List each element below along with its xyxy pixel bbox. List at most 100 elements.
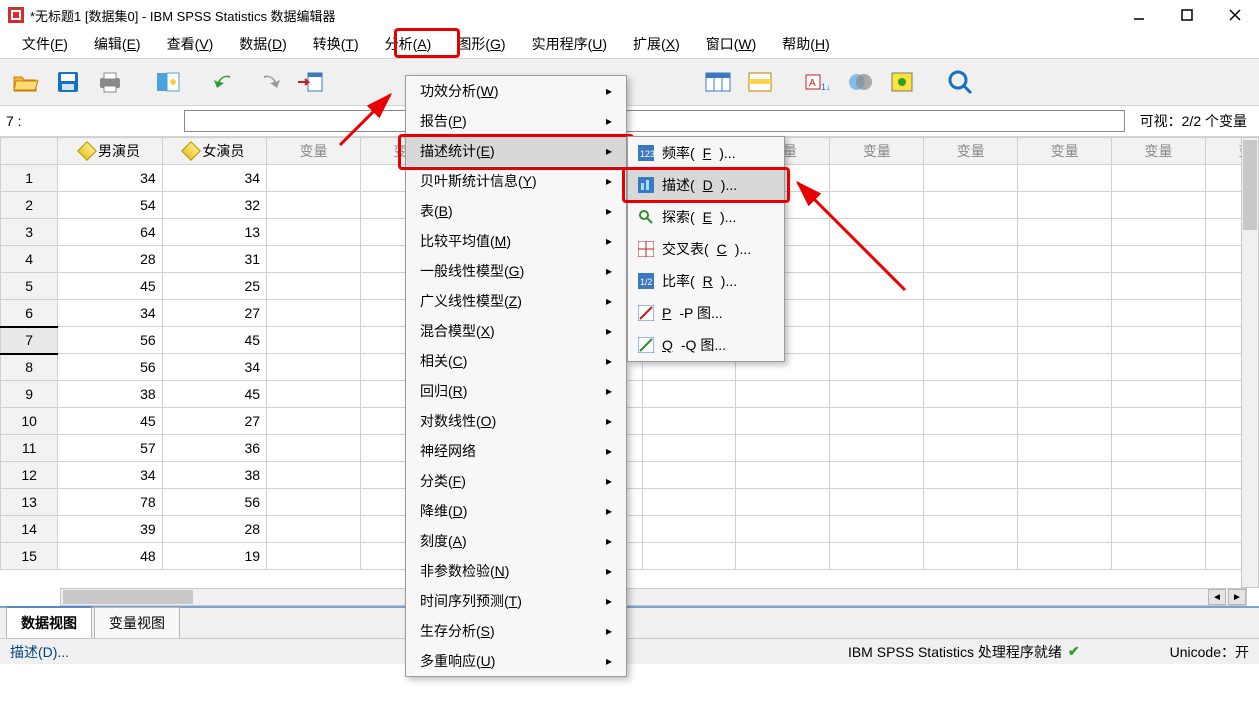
cell[interactable] xyxy=(1018,219,1112,246)
cell[interactable] xyxy=(924,192,1018,219)
cell[interactable]: 34 xyxy=(58,462,162,489)
menu-mixed[interactable]: 混合模型(X)▸ xyxy=(406,316,626,346)
tab-data-view[interactable]: 数据视图 xyxy=(6,606,92,638)
cell[interactable] xyxy=(642,381,736,408)
cell[interactable] xyxy=(924,462,1018,489)
menu-compare-means[interactable]: 比较平均值(M)▸ xyxy=(406,226,626,256)
cell[interactable] xyxy=(1112,435,1206,462)
cell[interactable] xyxy=(736,381,830,408)
cell[interactable] xyxy=(1112,516,1206,543)
cell[interactable] xyxy=(924,516,1018,543)
cell[interactable] xyxy=(924,408,1018,435)
cell[interactable]: 54 xyxy=(58,192,162,219)
cell[interactable] xyxy=(642,489,736,516)
menu-multiresp[interactable]: 多重响应(U)▸ xyxy=(406,646,626,676)
cell[interactable] xyxy=(830,381,924,408)
column-header-empty[interactable]: 变量 xyxy=(924,138,1018,165)
cell[interactable]: 34 xyxy=(58,165,162,192)
cell[interactable] xyxy=(924,219,1018,246)
cell[interactable] xyxy=(924,273,1018,300)
find-icon[interactable] xyxy=(942,64,978,100)
corner-cell[interactable] xyxy=(1,138,58,165)
menu-dimreduce[interactable]: 降维(D)▸ xyxy=(406,496,626,526)
cell[interactable] xyxy=(267,273,361,300)
menu-help[interactable]: 帮助(H) xyxy=(770,31,841,57)
recall-dialog-icon[interactable] xyxy=(150,64,186,100)
open-icon[interactable] xyxy=(8,64,44,100)
print-icon[interactable] xyxy=(92,64,128,100)
cell[interactable] xyxy=(924,543,1018,570)
row-header[interactable]: 12 xyxy=(1,462,58,489)
menu-descriptive-stats[interactable]: 描述统计(E)▸ xyxy=(406,136,626,166)
cell[interactable] xyxy=(736,516,830,543)
undo-icon[interactable] xyxy=(208,64,244,100)
column-header-empty[interactable]: 变量 xyxy=(1112,138,1206,165)
cell[interactable] xyxy=(830,462,924,489)
table-row[interactable]: 93845 xyxy=(1,381,1259,408)
cell[interactable]: 25 xyxy=(162,273,266,300)
insert-case-icon[interactable] xyxy=(742,64,778,100)
cell[interactable]: 57 xyxy=(58,435,162,462)
cell[interactable] xyxy=(1112,165,1206,192)
cell[interactable] xyxy=(1112,489,1206,516)
cell[interactable] xyxy=(1018,327,1112,354)
close-button[interactable] xyxy=(1225,5,1245,25)
menu-forecast[interactable]: 时间序列预测(T)▸ xyxy=(406,586,626,616)
menu-tables[interactable]: 表(B)▸ xyxy=(406,196,626,226)
cell[interactable]: 45 xyxy=(162,327,266,354)
row-header[interactable]: 8 xyxy=(1,354,58,381)
scroll-left-icon[interactable]: ◄ xyxy=(1208,589,1226,605)
row-header[interactable]: 13 xyxy=(1,489,58,516)
table-row[interactable]: 154819 xyxy=(1,543,1259,570)
cell[interactable] xyxy=(830,543,924,570)
maximize-button[interactable] xyxy=(1177,5,1197,25)
cell[interactable] xyxy=(267,246,361,273)
cell[interactable] xyxy=(267,462,361,489)
cell[interactable] xyxy=(642,543,736,570)
menu-view[interactable]: 查看(V) xyxy=(155,31,226,57)
column-header-empty[interactable]: 变量 xyxy=(1018,138,1112,165)
scroll-right-icon[interactable]: ► xyxy=(1228,589,1246,605)
submenu-crosstabs[interactable]: 交叉表(C)... xyxy=(628,233,784,265)
cell[interactable] xyxy=(267,354,361,381)
column-header-var2[interactable]: 女演员 xyxy=(162,138,266,165)
cell[interactable]: 56 xyxy=(162,489,266,516)
cell[interactable] xyxy=(830,516,924,543)
row-header[interactable]: 9 xyxy=(1,381,58,408)
submenu-pp-plot[interactable]: P-P 图... xyxy=(628,297,784,329)
row-header[interactable]: 14 xyxy=(1,516,58,543)
cell[interactable] xyxy=(1018,543,1112,570)
cell[interactable]: 78 xyxy=(58,489,162,516)
cell[interactable]: 34 xyxy=(162,354,266,381)
menu-edit[interactable]: 编辑(E) xyxy=(82,31,153,57)
table-row[interactable]: 104527 xyxy=(1,408,1259,435)
row-header[interactable]: 15 xyxy=(1,543,58,570)
submenu-ratio[interactable]: 1/2比率(R)... xyxy=(628,265,784,297)
cell[interactable] xyxy=(267,435,361,462)
cell[interactable] xyxy=(924,354,1018,381)
row-header[interactable]: 1 xyxy=(1,165,58,192)
cell[interactable] xyxy=(267,219,361,246)
cell[interactable] xyxy=(642,435,736,462)
cell[interactable]: 34 xyxy=(58,300,162,327)
save-icon[interactable] xyxy=(50,64,86,100)
cell[interactable] xyxy=(1112,192,1206,219)
cell[interactable] xyxy=(1112,300,1206,327)
cell[interactable] xyxy=(736,435,830,462)
row-header[interactable]: 11 xyxy=(1,435,58,462)
table-row[interactable]: 137856 xyxy=(1,489,1259,516)
menu-scale[interactable]: 刻度(A)▸ xyxy=(406,526,626,556)
cell[interactable]: 28 xyxy=(162,516,266,543)
menu-graphs[interactable]: 图形(G) xyxy=(445,31,517,57)
cell[interactable] xyxy=(736,543,830,570)
show-all-icon[interactable] xyxy=(884,64,920,100)
value-labels-icon[interactable]: A1↓ xyxy=(800,64,836,100)
goto-case-icon[interactable] xyxy=(292,64,328,100)
cell[interactable]: 64 xyxy=(58,219,162,246)
row-header[interactable]: 3 xyxy=(1,219,58,246)
cell-value-input[interactable] xyxy=(184,110,1125,132)
cell[interactable]: 45 xyxy=(162,381,266,408)
cell[interactable] xyxy=(1018,354,1112,381)
cell[interactable] xyxy=(267,327,361,354)
submenu-explore[interactable]: 探索(E)... xyxy=(628,201,784,233)
